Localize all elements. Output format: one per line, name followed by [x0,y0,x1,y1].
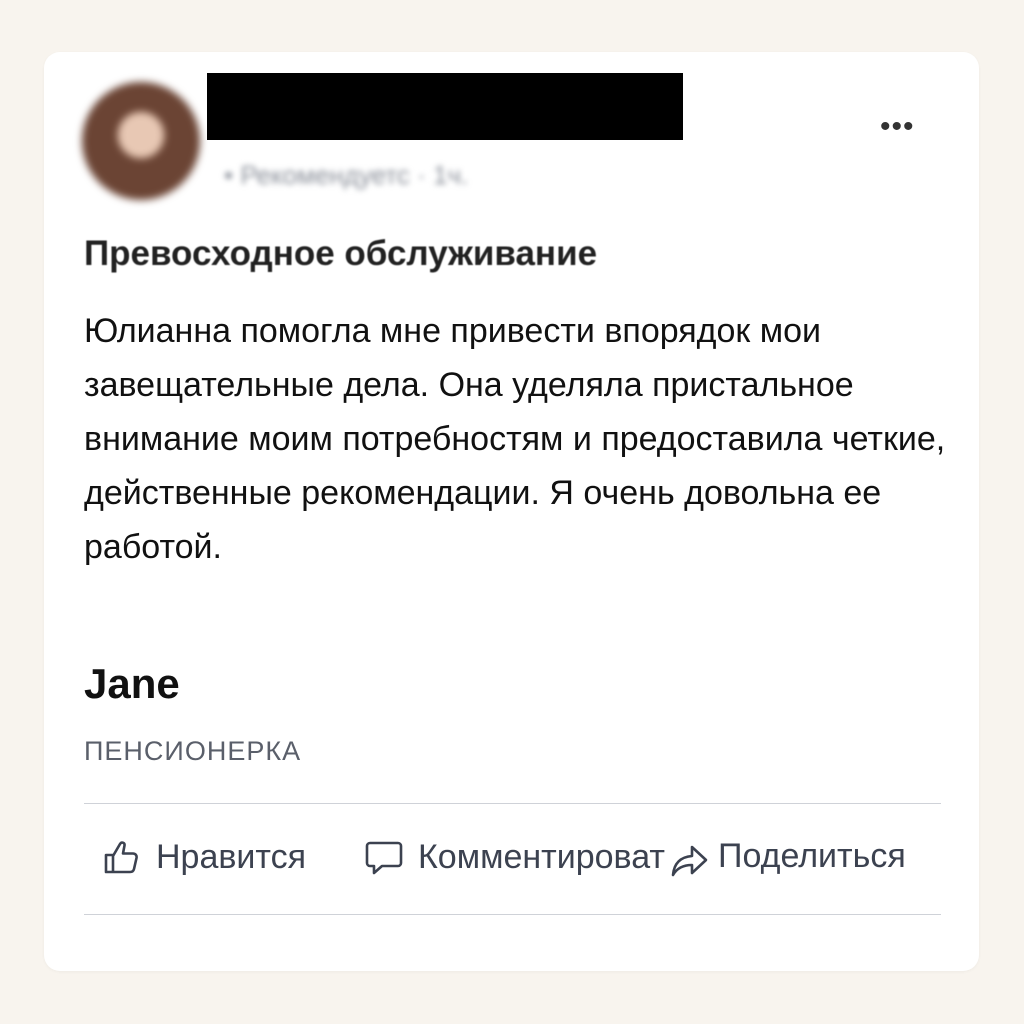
review-body: Юлианна помогла мне привести впорядок мо… [84,312,946,566]
thumbs-up-icon [104,841,138,874]
like-label: Нравится [156,837,307,876]
redacted-author-name [207,73,683,140]
review-author: Jane [84,660,180,707]
divider-bottom [84,914,941,915]
comment-button[interactable]: Комментироват [364,837,665,877]
share-button[interactable]: Поделиться [671,837,906,877]
review-title: Превосходное обслуживание [84,234,598,273]
comment-label: Комментироват [418,837,665,876]
like-button[interactable]: Нравится [102,837,306,877]
review-card: • Рекомендуетс · 1ч. ••• Превосходное об… [44,52,979,971]
comment-icon [365,841,403,875]
post-meta: • Рекомендуетс · 1ч. [224,160,469,190]
divider-top [84,803,941,804]
action-bar: Нравится Комментироват Поделиться [102,837,978,887]
share-label: Поделиться [718,837,906,875]
author-role: ПЕНСИОНЕРКА [84,736,302,766]
more-options-button[interactable]: ••• [880,112,915,142]
share-icon [671,845,708,877]
avatar[interactable] [82,82,200,200]
